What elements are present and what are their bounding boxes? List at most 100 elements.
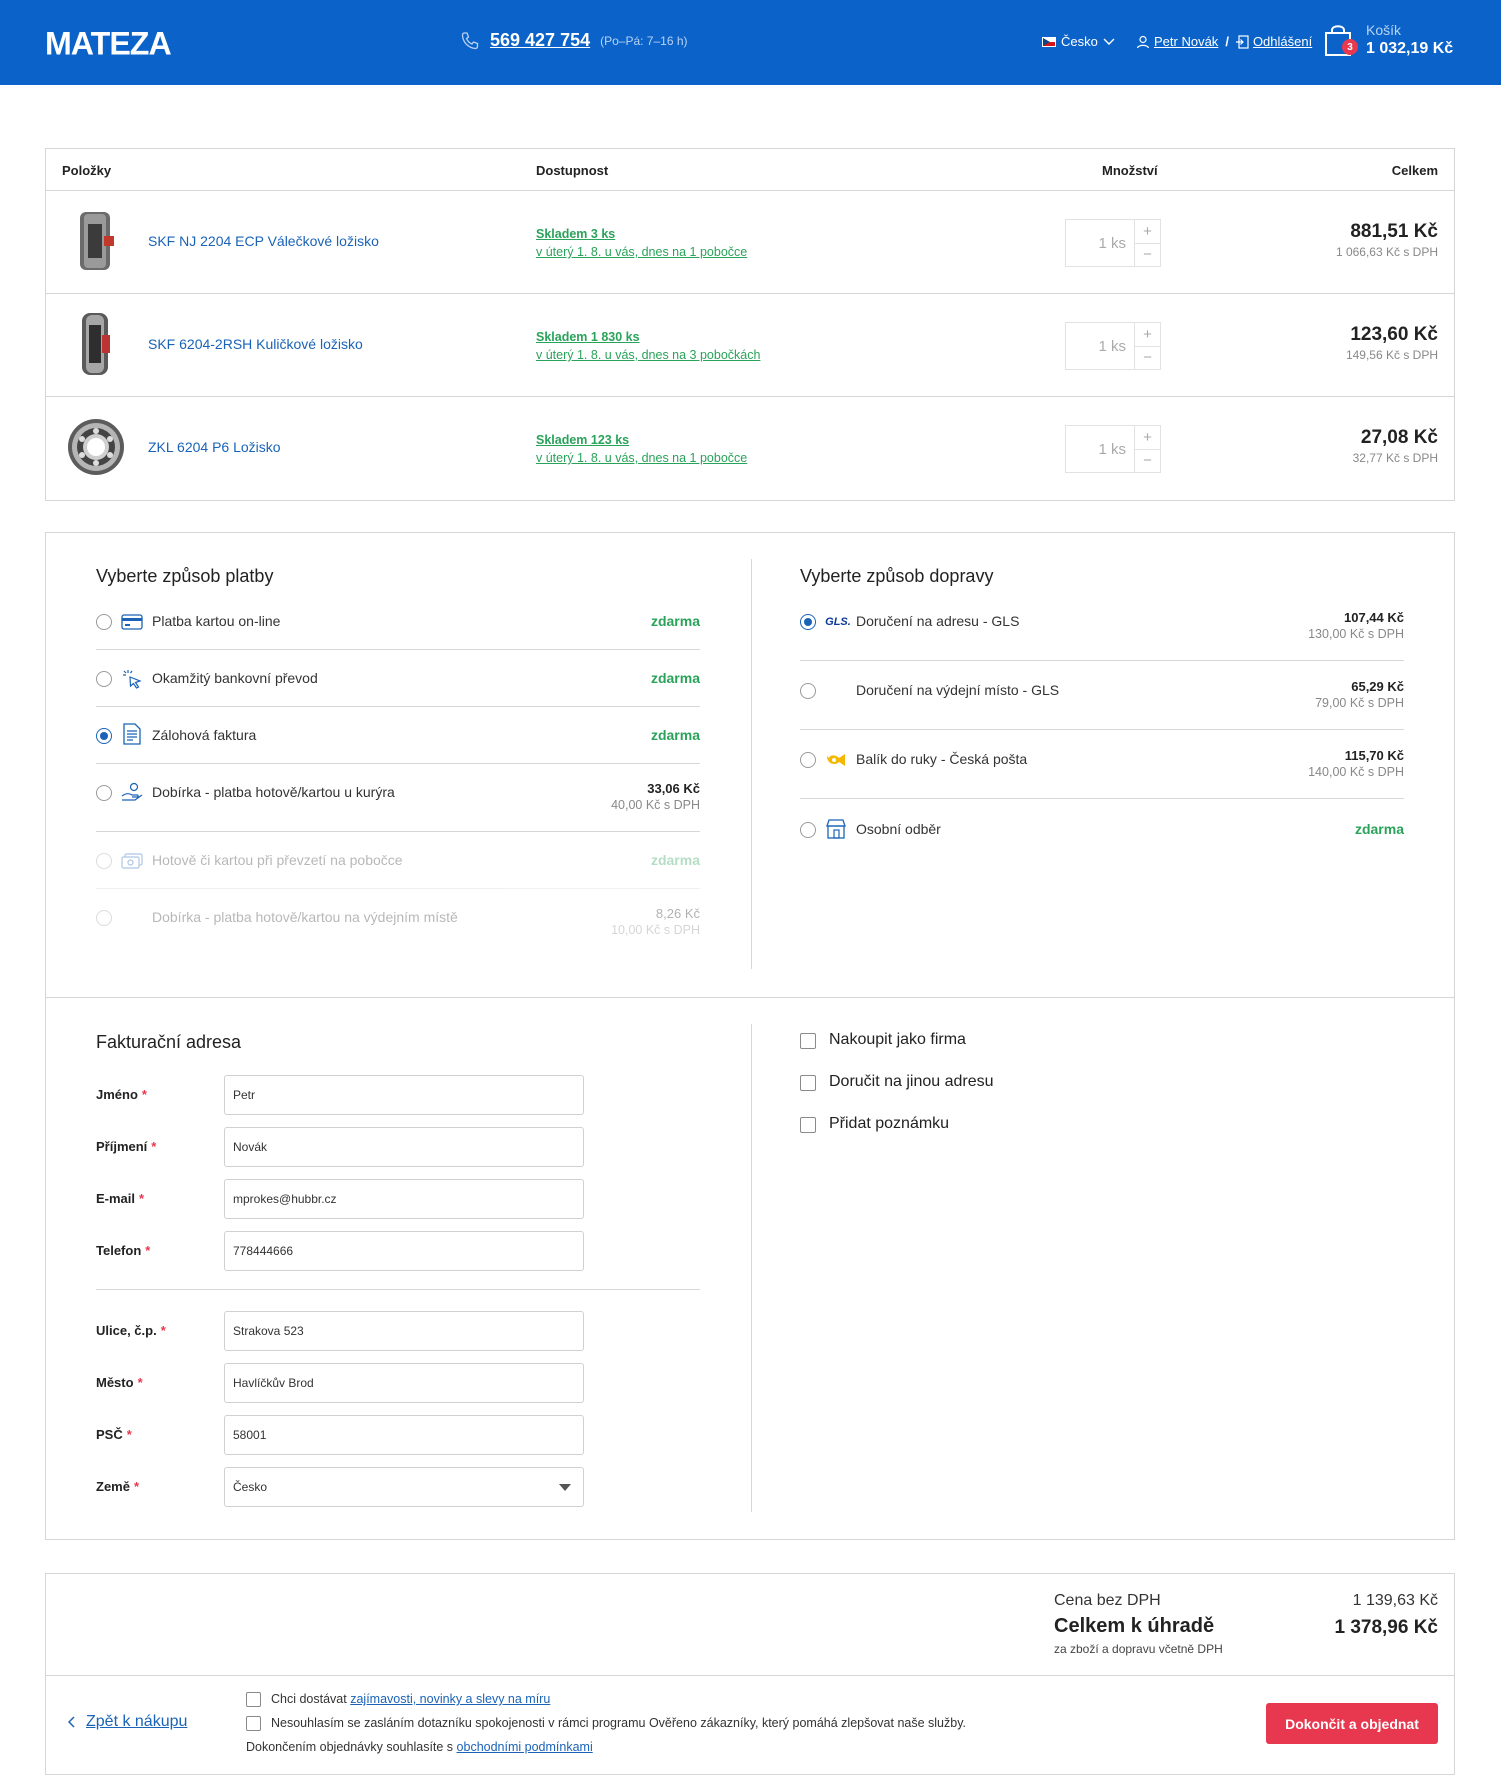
- company-checkbox[interactable]: [800, 1033, 816, 1049]
- survey-label: Nesouhlasím se zasláním dotazníku spokoj…: [271, 1716, 967, 1730]
- radio-button-selected[interactable]: [96, 728, 112, 744]
- email-field[interactable]: mprokes@hubbr.cz: [224, 1179, 584, 1219]
- fields-divider: [96, 1289, 700, 1290]
- delivery-link[interactable]: v úterý 1. 8. u vás, dnes na 1 pobočce: [536, 243, 747, 261]
- decrease-button[interactable]: −: [1135, 450, 1160, 473]
- add-note-checkbox[interactable]: [800, 1117, 816, 1133]
- payment-option-cod-courier[interactable]: Dobírka - platba hotově/kartou u kurýra …: [96, 764, 700, 832]
- payment-option-bank-transfer[interactable]: Okamžitý bankovní převod zdarma: [96, 650, 700, 707]
- cart-total: 1 032,19 Kč: [1366, 40, 1454, 57]
- price-vat: 149,56 Kč s DPH: [1345, 348, 1438, 362]
- different-address-checkbox-label[interactable]: Doručit na jinou adresu: [829, 1073, 994, 1091]
- newsletter-link[interactable]: zajímavosti, novinky a slevy na míru: [350, 1692, 550, 1706]
- increase-button[interactable]: +: [1135, 323, 1160, 347]
- option-label: Dobírka - platba hotově/kartou na výdejn…: [152, 909, 458, 925]
- shopping-bag-icon: 3: [1324, 23, 1358, 57]
- radio-button[interactable]: [800, 822, 816, 838]
- option-price-free: zdarma: [1354, 821, 1404, 837]
- survey-checkbox[interactable]: [246, 1716, 261, 1731]
- decrease-button[interactable]: −: [1135, 347, 1160, 370]
- price-net: 27,08 Kč: [1360, 427, 1438, 448]
- city-field[interactable]: Havlíčkův Brod: [224, 1363, 584, 1403]
- phone-number-link[interactable]: 569 427 754: [490, 30, 590, 51]
- option-label: Hotově či kartou při převzetí na pobočce: [152, 852, 403, 868]
- radio-button[interactable]: [96, 671, 112, 687]
- product-name-link[interactable]: SKF 6204-2RSH Kuličkové ložisko: [148, 336, 363, 352]
- delivery-link[interactable]: v úterý 1. 8. u vás, dnes na 1 pobočce: [536, 449, 747, 467]
- product-image[interactable]: [66, 412, 126, 482]
- logout-link[interactable]: Odhlášení: [1253, 34, 1312, 49]
- mateza-logo[interactable]: MATEZA: [45, 27, 201, 59]
- product-image[interactable]: [66, 309, 126, 379]
- delivery-link[interactable]: v úterý 1. 8. u vás, dnes na 3 pobočkách: [536, 346, 760, 364]
- user-name-link[interactable]: Petr Novák: [1154, 34, 1218, 49]
- price-net: 107,44 Kč: [1344, 610, 1404, 625]
- cart-button[interactable]: 3 Košík 1 032,19 Kč: [1324, 22, 1453, 58]
- product-name-link[interactable]: SKF NJ 2204 ECP Válečkové ložisko: [148, 233, 379, 249]
- terms-link[interactable]: obchodními podmínkami: [457, 1740, 593, 1754]
- payment-option-card[interactable]: Platba kartou on-line zdarma: [96, 593, 700, 650]
- stock-link[interactable]: Skladem 1 830 ks: [536, 328, 760, 346]
- payment-option-branch-cash: Hotově či kartou při převzetí na pobočce…: [96, 832, 700, 889]
- quantity-input[interactable]: 1 ks: [1066, 323, 1134, 369]
- increase-button[interactable]: +: [1135, 426, 1160, 450]
- street-field[interactable]: Strakova 523: [224, 1311, 584, 1351]
- price-net: 881,51 Kč: [1350, 221, 1438, 242]
- last-name-field[interactable]: Novák: [224, 1127, 584, 1167]
- price-net: 115,70 Kč: [1344, 748, 1404, 763]
- radio-button-disabled: [96, 853, 112, 869]
- increase-button[interactable]: +: [1135, 220, 1160, 244]
- stock-link[interactable]: Skladem 123 ks: [536, 431, 747, 449]
- item-price: 881,51 Kč 1 066,63 Kč s DPH: [1336, 221, 1438, 259]
- radio-button[interactable]: [800, 683, 816, 699]
- zip-field[interactable]: 58001: [224, 1415, 584, 1455]
- quantity-input[interactable]: 1 ks: [1066, 426, 1134, 472]
- stock-link[interactable]: Skladem 3 ks: [536, 225, 747, 243]
- radio-button-selected[interactable]: [800, 614, 816, 630]
- product-name-link[interactable]: ZKL 6204 P6 Ložisko: [148, 439, 281, 455]
- shipping-option-czech-post[interactable]: Balík do ruky - Česká pošta 115,70 Kč 14…: [800, 730, 1404, 799]
- back-to-shop-link[interactable]: Zpět k nákupu: [68, 1713, 187, 1731]
- quantity-stepper: 1 ks + −: [1065, 322, 1161, 370]
- option-label: Osobní odběr: [856, 821, 941, 837]
- quantity-input[interactable]: 1 ks: [1066, 220, 1134, 266]
- availability: Skladem 123 ks v úterý 1. 8. u vás, dnes…: [536, 431, 747, 467]
- czech-flag-icon: [1042, 36, 1056, 47]
- phone-field[interactable]: 778444666: [224, 1231, 584, 1271]
- first-name-field[interactable]: Petr: [224, 1075, 584, 1115]
- country-select[interactable]: Česko: [224, 1467, 584, 1507]
- decrease-button[interactable]: −: [1135, 244, 1160, 267]
- billing-section: Fakturační adresa Jméno * Petr Příjmení * …: [45, 997, 1455, 1540]
- field-label-last-name: Příjmení *: [96, 1139, 157, 1154]
- company-checkbox-label[interactable]: Nakoupit jako firma: [829, 1031, 966, 1049]
- shipping-option-gls-pickup[interactable]: Doručení na výdejní místo - GLS 65,29 Kč…: [800, 661, 1404, 730]
- field-label-street: Ulice, č.p. *: [96, 1323, 166, 1338]
- shipping-option-gls-address[interactable]: GLS. Doručení na adresu - GLS 107,44 Kč …: [800, 593, 1404, 661]
- option-label: Zálohová faktura: [152, 727, 257, 743]
- user-separator: /: [1225, 34, 1229, 49]
- newsletter-checkbox[interactable]: [246, 1692, 261, 1707]
- option-price: 33,06 Kč 40,00 Kč s DPH: [611, 781, 700, 812]
- radio-button[interactable]: [96, 614, 112, 630]
- phone-hours: (Po–Pá: 7–16 h): [600, 33, 688, 48]
- payment-shipping-section: Vyberte způsob platby Platba kartou on-l…: [45, 532, 1455, 997]
- column-header-total: Celkem: [1391, 163, 1438, 178]
- total-value: 1 378,96 Kč: [1334, 1617, 1438, 1638]
- radio-button[interactable]: [96, 785, 112, 801]
- summary-divider: [46, 1675, 1454, 1676]
- different-address-checkbox[interactable]: [800, 1075, 816, 1091]
- submit-order-button[interactable]: Dokončit a objednat: [1266, 1703, 1438, 1744]
- shipping-option-personal-pickup[interactable]: Osobní odběr zdarma: [800, 799, 1404, 856]
- option-label: Balík do ruky - Česká pošta: [856, 751, 1028, 767]
- language-selector[interactable]: Česko: [1042, 34, 1115, 49]
- option-price: 65,29 Kč 79,00 Kč s DPH: [1315, 679, 1404, 710]
- radio-button[interactable]: [800, 752, 816, 768]
- option-label: Platba kartou on-line: [152, 613, 281, 629]
- column-header-quantity: Množství: [1102, 163, 1158, 178]
- card-icon: [121, 613, 143, 631]
- add-note-checkbox-label[interactable]: Přidat poznámku: [829, 1115, 949, 1133]
- gls-logo-icon: GLS.: [825, 616, 851, 628]
- payment-option-invoice[interactable]: Zálohová faktura zdarma: [96, 707, 700, 764]
- field-label-zip: PSČ *: [96, 1427, 132, 1442]
- product-image[interactable]: [66, 206, 126, 276]
